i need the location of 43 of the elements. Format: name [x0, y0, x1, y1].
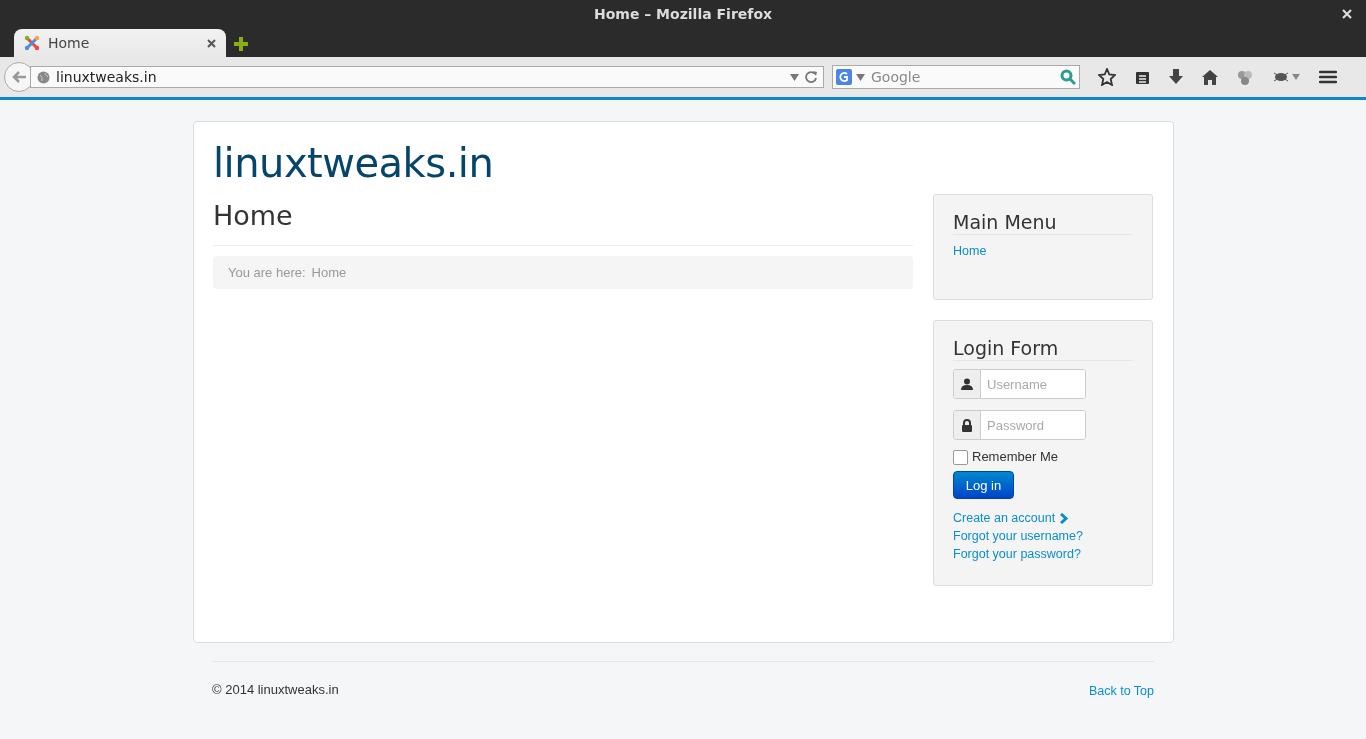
star-icon[interactable] [1098, 68, 1116, 86]
login-button[interactable]: Log in [953, 471, 1014, 499]
password-field[interactable]: Password [953, 410, 1086, 440]
login-link[interactable]: Forgot your username? [953, 527, 1083, 545]
breadcrumb-item: Home [311, 265, 347, 280]
arrow-left-icon [12, 71, 26, 83]
breadcrumb-label: You are here: [228, 265, 306, 280]
address-bar[interactable]: linuxtweaks.in [30, 66, 824, 88]
globe-icon [37, 70, 50, 84]
circles-icon[interactable] [1237, 69, 1253, 85]
dropdown-icon[interactable] [856, 73, 865, 81]
dropdown-icon[interactable] [790, 73, 799, 81]
page-heading: Home [213, 194, 913, 246]
home-icon[interactable] [1202, 69, 1218, 85]
download-arrow-icon[interactable] [1169, 69, 1183, 85]
clipboard-list-icon[interactable] [1135, 69, 1150, 85]
bug-icon[interactable] [1272, 71, 1300, 83]
panel-title: Login Form [953, 337, 1133, 361]
search-icon[interactable] [1060, 69, 1076, 85]
lock-icon [962, 418, 972, 432]
user-icon [961, 378, 973, 390]
site-title[interactable]: linuxtweaks.in [213, 140, 1154, 186]
url-text: linuxtweaks.in [56, 69, 158, 85]
back-to-top-link[interactable]: Back to Top [1088, 682, 1154, 700]
close-icon[interactable] [207, 38, 216, 48]
remember-checkbox[interactable] [953, 450, 968, 465]
plus-icon[interactable] [234, 37, 248, 51]
google-g-icon [836, 69, 852, 85]
tab-label: Home [48, 35, 91, 51]
login-link[interactable]: Forgot your password? [953, 545, 1081, 563]
search-bar[interactable]: Google [832, 65, 1080, 89]
chevron-right-icon [1060, 512, 1069, 524]
remember-label: Remember Me [972, 448, 1058, 464]
search-field[interactable]: Google [869, 68, 1056, 86]
copyright-text: © 2014 linuxtweaks.in [212, 682, 339, 699]
login-link[interactable]: Create an account [953, 509, 1056, 527]
reload-icon[interactable] [805, 71, 817, 83]
menu-icon[interactable] [1319, 70, 1337, 84]
menu-link[interactable]: Home [953, 244, 987, 258]
window-title: Home – Mozilla Firefox [593, 6, 773, 22]
username-field[interactable]: Username [953, 369, 1086, 399]
panel-title: Main Menu [953, 211, 1133, 235]
browser-tab[interactable]: Home [14, 29, 226, 57]
